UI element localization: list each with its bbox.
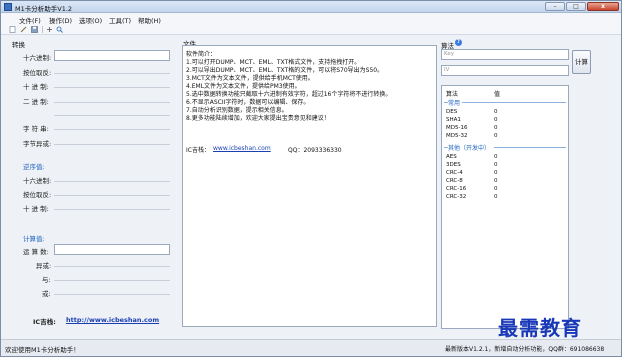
zoom-in-icon[interactable] — [46, 26, 53, 33]
status-version: 最新版本V1.2.1，新增自动分析功能，QQ群：691086638 — [445, 346, 605, 353]
bin-field-2 — [54, 115, 170, 116]
col-algorithm-header: 算法 — [446, 91, 459, 98]
algo-value: 0 — [494, 178, 498, 184]
rev-hex-field — [54, 181, 170, 182]
xor-field — [54, 266, 170, 267]
close-button[interactable]: x — [587, 2, 619, 11]
algo-value: 0 — [494, 162, 498, 168]
file-content-area[interactable]: 软件简介： 1.可以打开DUMP、MCT、EML、TXT格式文件，支持拖拽打开。… — [182, 45, 437, 327]
and-label: 与: — [42, 276, 51, 284]
algo-name: CRC-4 — [446, 170, 463, 176]
string-field — [54, 129, 170, 130]
new-file-icon[interactable] — [9, 26, 16, 33]
bytes-xor-label: 字节异或: — [23, 140, 52, 148]
toolbar-separator — [42, 26, 43, 33]
toolbar — [1, 24, 621, 35]
algo-name: MD5-16 — [446, 125, 468, 131]
operand-label: 运 算 数: — [23, 248, 49, 256]
dec-field — [54, 87, 170, 88]
iv-input[interactable]: IV — [441, 65, 569, 76]
edit-icon[interactable] — [20, 26, 27, 33]
rev-dec-field — [54, 209, 170, 210]
algo-value: 0 — [494, 170, 498, 176]
col-value-header: 值 — [494, 91, 501, 98]
hex-label: 十六进制: — [23, 54, 52, 62]
algo-name: SHA1 — [446, 117, 461, 123]
group-common[interactable]: 常用 — [444, 98, 566, 107]
search-icon[interactable] — [56, 26, 63, 33]
algo-name: 3DES — [446, 162, 461, 168]
app-icon — [4, 3, 12, 11]
app-window: M1卡分析助手V1.2 – □ x 文件(F) 操作(D) 选项(O) 工具(T… — [0, 0, 622, 357]
ic-label: IC吉栈: — [33, 318, 56, 326]
bitflip-field — [54, 73, 170, 74]
calc-title: 计算值: — [23, 235, 45, 243]
maximize-button[interactable]: □ — [566, 2, 586, 11]
reverse-title: 逆序值: — [23, 163, 45, 171]
algorithm-list[interactable]: 算法 值 常用 DES 0 SHA1 0 MD5-16 0 MD5-32 0 其… — [441, 85, 569, 329]
algo-name: CRC-16 — [446, 186, 467, 192]
site-link[interactable]: www.icbeshan.com — [213, 145, 271, 152]
dec-label: 十 进 制: — [23, 83, 49, 91]
algo-value: 0 — [494, 154, 498, 160]
hex-input[interactable] — [54, 50, 170, 61]
calculate-button[interactable]: 计算 — [572, 50, 591, 74]
status-welcome: 欢迎使用M1卡分析助手！ — [5, 346, 80, 354]
bytes-xor-field — [54, 144, 170, 145]
window-title: M1卡分析助手V1.2 — [15, 5, 73, 13]
bitflip-label: 按位取反: — [23, 69, 52, 77]
algo-name: DES — [446, 109, 458, 115]
algo-value: 0 — [494, 109, 498, 115]
menu-bar: 文件(F) 操作(D) 选项(O) 工具(T) 帮助(H) — [1, 13, 621, 25]
algo-value: 0 — [494, 194, 498, 200]
bin-field — [54, 102, 170, 103]
algo-value: 0 — [494, 125, 498, 131]
intro-line: 8.更多功能陆续增加，欢迎大家提出宝贵意见和建议！ — [186, 115, 330, 122]
algo-name: MD5-32 — [446, 133, 468, 139]
string-label: 字 符 串: — [23, 125, 49, 133]
watermark-logo: 最需教育 — [498, 316, 582, 340]
or-field — [54, 294, 170, 295]
or-label: 或: — [42, 290, 51, 298]
algo-name: CRC-32 — [446, 194, 467, 200]
file-panel: 文件 软件简介： 1.可以打开DUMP、MCT、EML、TXT格式文件，支持拖拽… — [182, 37, 437, 327]
rev-hex-label: 十六进制: — [23, 177, 52, 185]
algo-value: 0 — [494, 117, 498, 123]
qq-number: QQ：2093336330 — [288, 147, 342, 154]
rev-bitflip-field — [54, 195, 170, 196]
and-field — [54, 280, 170, 281]
help-icon[interactable]: ? — [455, 39, 462, 46]
algorithm-panel: 算法 ? Key IV 计算 算法 值 常用 DES 0 SHA1 0 MD5-… — [441, 37, 591, 329]
minimize-button[interactable]: – — [545, 2, 565, 11]
ic-website-link[interactable]: http://www.icbeshan.com — [66, 316, 159, 324]
rev-dec-label: 十 进 制: — [23, 205, 49, 213]
xor-label: 异或: — [36, 262, 52, 270]
group-other-label: 其他（开发中） — [448, 145, 491, 152]
save-icon[interactable] — [31, 26, 38, 33]
group-other[interactable]: 其他（开发中） — [444, 143, 566, 152]
key-input[interactable]: Key — [441, 49, 569, 60]
site-label: IC吉栈： — [186, 147, 210, 154]
algo-name: AES — [446, 154, 457, 160]
convert-title: 转换 — [12, 41, 25, 49]
algo-name: CRC-8 — [446, 178, 463, 184]
bin-label: 二 进 制: — [23, 98, 49, 106]
operand-input[interactable] — [54, 244, 170, 255]
group-common-label: 常用 — [448, 100, 461, 107]
title-bar: M1卡分析助手V1.2 – □ x — [1, 1, 621, 13]
algo-value: 0 — [494, 133, 498, 139]
convert-panel: 转换 十六进制: 按位取反: 十 进 制: 二 进 制: 字 符 串: 字节异或… — [9, 37, 177, 327]
rev-bitflip-label: 按位取反: — [23, 191, 52, 199]
status-bar: 欢迎使用M1卡分析助手！ 最新版本V1.2.1，新增自动分析功能，QQ群：691… — [1, 339, 621, 356]
algo-value: 0 — [494, 186, 498, 192]
